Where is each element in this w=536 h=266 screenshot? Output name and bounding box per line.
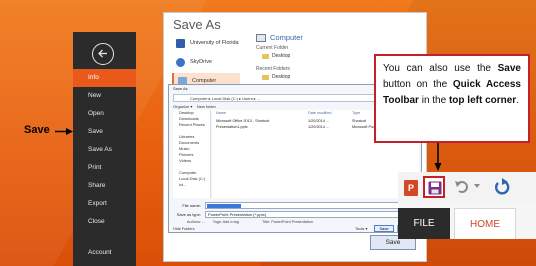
tree-item[interactable]: Recent Places: [173, 122, 210, 128]
folder-label: Desktop: [272, 74, 291, 80]
dialog-title: Save As: [173, 86, 188, 91]
folder-tree: Desktop Downloads Recent Places Librarie…: [173, 110, 211, 198]
file-name-label: File name:: [182, 203, 201, 208]
callout-text: button on the: [383, 79, 453, 90]
current-folder-label: Current Folder: [256, 45, 289, 51]
callout-bold: Save: [497, 63, 521, 74]
new-folder-button[interactable]: New folder: [197, 104, 216, 109]
right-arrow-icon: [55, 128, 73, 135]
computer-folders: Computer Current Folder Desktop Recent F…: [256, 33, 303, 80]
dialog-save-button[interactable]: Save: [374, 225, 394, 232]
backstage-item-share[interactable]: Share: [73, 177, 136, 195]
callout-box: You can also use the Save button on the …: [374, 54, 530, 143]
tab-file[interactable]: FILE: [398, 208, 450, 239]
backstage-item-new[interactable]: New: [73, 87, 136, 105]
organize-button[interactable]: Organize ▾: [173, 104, 192, 109]
folder-label: Desktop: [272, 53, 291, 59]
computer-heading-text: Computer: [270, 33, 303, 42]
recent-folder-desktop[interactable]: Desktop: [256, 74, 303, 80]
file-name-row: File name:: [173, 202, 405, 209]
tree-item[interactable]: ict...: [173, 182, 210, 188]
backstage-item-open[interactable]: Open: [73, 105, 136, 123]
current-folder-desktop[interactable]: Desktop: [256, 53, 303, 59]
callout-text: .: [516, 95, 519, 106]
file-type: Shortcut: [352, 119, 367, 123]
cloud-icon: [176, 57, 185, 67]
undo-icon[interactable]: [454, 178, 470, 194]
back-button[interactable]: [92, 43, 114, 65]
file-name-selection: [207, 204, 241, 208]
file-date: 1/20/2014 ...: [308, 125, 330, 129]
callout-bold: top left corner: [448, 95, 517, 106]
authors-value[interactable]: ...: [202, 220, 205, 224]
chevron-down-icon[interactable]: [474, 184, 480, 188]
sharepoint-icon: [176, 38, 185, 48]
tools-button[interactable]: Tools ▾: [355, 226, 367, 231]
column-header-name[interactable]: Name: [216, 111, 226, 115]
place-university-of-florida[interactable]: University of Florida: [172, 35, 239, 51]
callout-text: You can also use the: [383, 63, 498, 74]
column-header-date[interactable]: Date modified: [308, 111, 331, 115]
save-annotation-label: Save: [24, 124, 50, 136]
save-as-title: Save As: [173, 17, 221, 32]
backstage-panel: Info New Open Save Save As Print Share E…: [73, 32, 136, 266]
save-type-select[interactable]: PowerPoint Presentation (*.pptx): [205, 211, 405, 218]
backstage-item-close[interactable]: Close: [73, 213, 136, 231]
recent-folders-label: Recent Folders: [256, 66, 290, 72]
file-row[interactable]: Microsoft Office 2013 - Shortcut: [216, 119, 269, 123]
place-label: University of Florida: [190, 40, 239, 46]
computer-icon: [256, 33, 266, 42]
authors-label: Authors:: [187, 220, 202, 224]
qat-save-button[interactable]: [423, 176, 445, 198]
file-name: Presentation1.pptx: [216, 125, 248, 129]
backstage-item-account[interactable]: Account: [73, 244, 136, 262]
floppy-disk-icon: [428, 181, 442, 195]
callout-text: in the: [418, 95, 449, 106]
place-skydrive[interactable]: SkyDrive: [172, 54, 212, 70]
computer-heading: Computer: [256, 33, 303, 42]
folder-icon: [262, 53, 269, 59]
backstage-item-save[interactable]: Save: [73, 123, 136, 141]
tags-value[interactable]: Add a tag: [223, 220, 239, 224]
column-header-type[interactable]: Type: [352, 111, 360, 115]
tags-label: Tags:: [212, 220, 222, 224]
backstage-item-info[interactable]: Info: [73, 69, 136, 87]
hide-folders-toggle[interactable]: Hide Folders: [173, 227, 195, 231]
save-type-label: Save as type:: [176, 212, 201, 217]
down-arrow-icon: [434, 143, 442, 171]
backstage-item-export[interactable]: Export: [73, 195, 136, 213]
meta-row: Authors: ... Tags: Add a tag Title: Powe…: [187, 220, 313, 224]
powerpoint-icon: P: [404, 180, 418, 196]
back-arrow-icon: [98, 49, 107, 58]
title-value[interactable]: PowerPoint Presentation: [271, 220, 313, 224]
place-label: SkyDrive: [190, 59, 213, 65]
redo-icon[interactable]: [494, 178, 510, 196]
file-date: 1/20/2014 ...: [308, 119, 330, 123]
tab-home[interactable]: HOME: [454, 208, 516, 239]
dialog-toolbar: Organize ▾ New folder: [173, 104, 216, 109]
backstage-item-print[interactable]: Print: [73, 159, 136, 177]
file-row[interactable]: Presentation1.pptx: [216, 125, 248, 129]
backstage-item-save-as[interactable]: Save As: [73, 141, 136, 159]
file-name-input[interactable]: [205, 202, 405, 209]
title-label: Title:: [262, 220, 271, 224]
file-name: Microsoft Office 2013 - Shortcut: [216, 119, 270, 123]
quick-access-toolbar: P FILE HOME: [398, 172, 536, 239]
folder-icon: [262, 74, 269, 80]
save-type-row: Save as type: PowerPoint Presentation (*…: [173, 211, 405, 218]
